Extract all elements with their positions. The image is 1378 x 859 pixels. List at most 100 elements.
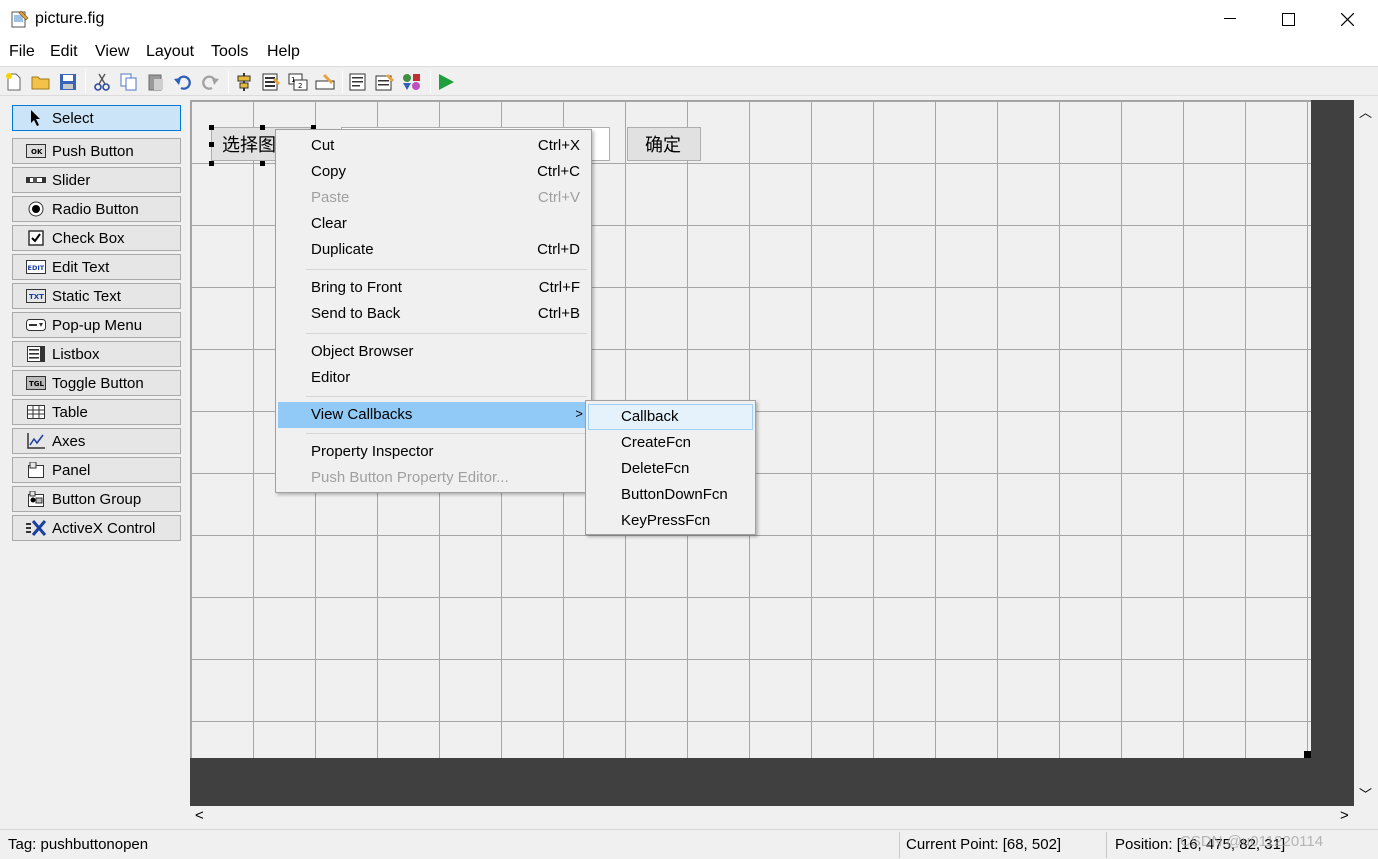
scroll-right-icon[interactable]: >	[1340, 807, 1349, 824]
panel-icon	[25, 462, 47, 478]
palette-panel[interactable]: Panel	[12, 457, 181, 483]
selection-handle[interactable]	[209, 161, 214, 166]
palette-select[interactable]: Select	[12, 105, 181, 131]
open-folder-icon[interactable]	[31, 72, 51, 92]
palette-popup-menu[interactable]: Pop-up Menu	[12, 312, 181, 338]
canvas-confirm-button[interactable]: 确定	[627, 127, 701, 161]
status-bar: Tag: pushbuttonopen Current Point: [68, …	[0, 829, 1378, 859]
selection-handle[interactable]	[260, 161, 265, 166]
align-objects-icon[interactable]	[234, 72, 254, 92]
menu-item-object-browser[interactable]: Object Browser	[278, 339, 589, 365]
confirm-button-label: 确定	[645, 135, 681, 156]
status-current-point: Current Point: [68, 502]	[906, 836, 1062, 853]
palette-activex-control[interactable]: ActiveX Control	[12, 515, 181, 541]
toggle-button-icon: TGL	[25, 375, 47, 391]
close-icon	[1340, 12, 1354, 26]
edit-text-icon: EDIT	[25, 259, 47, 275]
menu-help[interactable]: Help	[267, 43, 300, 61]
minimize-icon	[1224, 18, 1236, 19]
submenu-item-keypressfcn[interactable]: KeyPressFcn	[588, 508, 753, 534]
arrow-cursor-icon	[25, 110, 47, 126]
menu-file[interactable]: File	[9, 43, 35, 61]
palette-radio-button[interactable]: Radio Button	[12, 196, 181, 222]
palette-push-button[interactable]: OK Push Button	[12, 138, 181, 164]
check-box-icon	[25, 230, 47, 246]
palette-slider[interactable]: Slider	[12, 167, 181, 193]
menu-item-bring-to-front[interactable]: Bring to Front Ctrl+F	[278, 275, 589, 301]
property-inspector-icon[interactable]	[375, 72, 395, 92]
editor-icon[interactable]	[348, 72, 368, 92]
palette-axes[interactable]: Axes	[12, 428, 181, 454]
palette-button-group[interactable]: Button Group	[12, 486, 181, 512]
run-figure-icon[interactable]	[436, 72, 456, 92]
selection-handle[interactable]	[209, 142, 214, 147]
push-button-open-label: 选择图	[222, 135, 276, 156]
menu-separator	[306, 333, 587, 334]
menu-editor-icon[interactable]	[261, 72, 281, 92]
scroll-down-icon[interactable]: ﹀	[1359, 784, 1372, 803]
menu-item-send-to-back[interactable]: Send to Back Ctrl+B	[278, 301, 589, 327]
close-button[interactable]	[1318, 0, 1376, 38]
listbox-icon	[25, 346, 47, 362]
menu-layout[interactable]: Layout	[146, 43, 194, 61]
menu-item-view-callbacks[interactable]: View Callbacks >	[278, 402, 589, 428]
menu-item-copy[interactable]: Copy Ctrl+C	[278, 159, 589, 185]
horizontal-scrollbar[interactable]: < >	[190, 806, 1354, 828]
component-palette: Select OK Push Button Slider Radio Butto…	[0, 96, 190, 830]
selection-handle[interactable]	[260, 125, 265, 130]
callbacks-submenu: Callback CreateFcn DeleteFcn ButtonDownF…	[585, 400, 756, 535]
resize-handle[interactable]	[1304, 751, 1311, 758]
svg-text:1: 1	[291, 76, 295, 84]
menu-item-cut[interactable]: Cut Ctrl+X	[278, 133, 589, 159]
maximize-button[interactable]	[1259, 0, 1317, 38]
submenu-arrow-icon: >	[575, 406, 583, 421]
submenu-item-createfcn[interactable]: CreateFcn	[588, 430, 753, 456]
redo-icon[interactable]	[200, 72, 220, 92]
button-group-icon	[25, 491, 47, 507]
paste-icon[interactable]	[146, 72, 166, 92]
palette-edit-text[interactable]: EDIT Edit Text	[12, 254, 181, 280]
selection-handle[interactable]	[209, 125, 214, 130]
activex-icon	[25, 520, 47, 536]
table-icon	[25, 404, 47, 420]
new-file-icon[interactable]	[4, 72, 24, 92]
menu-separator	[306, 433, 587, 434]
axes-icon	[25, 433, 47, 449]
menu-view[interactable]: View	[95, 43, 129, 61]
menu-separator	[306, 269, 587, 270]
palette-check-box[interactable]: Check Box	[12, 225, 181, 251]
push-button-icon: OK	[25, 143, 47, 159]
palette-toggle-button[interactable]: TGL Toggle Button	[12, 370, 181, 396]
window-title: picture.fig	[35, 10, 105, 27]
popup-menu-icon	[25, 317, 47, 333]
undo-icon[interactable]	[173, 72, 193, 92]
submenu-item-callback[interactable]: Callback	[588, 404, 753, 430]
menu-bar: File Edit View Layout Tools Help	[0, 38, 1378, 66]
menu-item-property-inspector[interactable]: Property Inspector	[278, 439, 589, 465]
context-menu: Cut Ctrl+X Copy Ctrl+C Paste Ctrl+V Clea…	[275, 129, 592, 493]
menu-item-duplicate[interactable]: Duplicate Ctrl+D	[278, 237, 589, 263]
menu-item-editor[interactable]: Editor	[278, 365, 589, 391]
vertical-scrollbar[interactable]: ︿ ﹀	[1354, 100, 1378, 806]
submenu-item-deletefcn[interactable]: DeleteFcn	[588, 456, 753, 482]
palette-table[interactable]: Table	[12, 399, 181, 425]
slider-icon	[25, 172, 47, 188]
menu-edit[interactable]: Edit	[50, 43, 78, 61]
cut-icon[interactable]	[92, 72, 112, 92]
tab-order-editor-icon[interactable]: 12	[288, 72, 308, 92]
scroll-left-icon[interactable]: <	[195, 807, 204, 824]
minimize-button[interactable]	[1201, 0, 1259, 38]
palette-listbox[interactable]: Listbox	[12, 341, 181, 367]
menu-tools[interactable]: Tools	[211, 43, 248, 61]
object-browser-icon[interactable]	[402, 72, 422, 92]
toggle-button-icon-text: TGL	[29, 380, 45, 388]
toolbar-editor-icon[interactable]	[315, 72, 335, 92]
edit-text-icon-text: EDIT	[28, 264, 45, 272]
scroll-up-icon[interactable]: ︿	[1359, 102, 1372, 121]
status-tag: Tag: pushbuttonopen	[8, 836, 149, 853]
submenu-item-buttondownfcn[interactable]: ButtonDownFcn	[588, 482, 753, 508]
copy-icon[interactable]	[119, 72, 139, 92]
menu-item-clear[interactable]: Clear	[278, 211, 589, 237]
save-icon[interactable]	[58, 72, 78, 92]
palette-static-text[interactable]: TXT Static Text	[12, 283, 181, 309]
